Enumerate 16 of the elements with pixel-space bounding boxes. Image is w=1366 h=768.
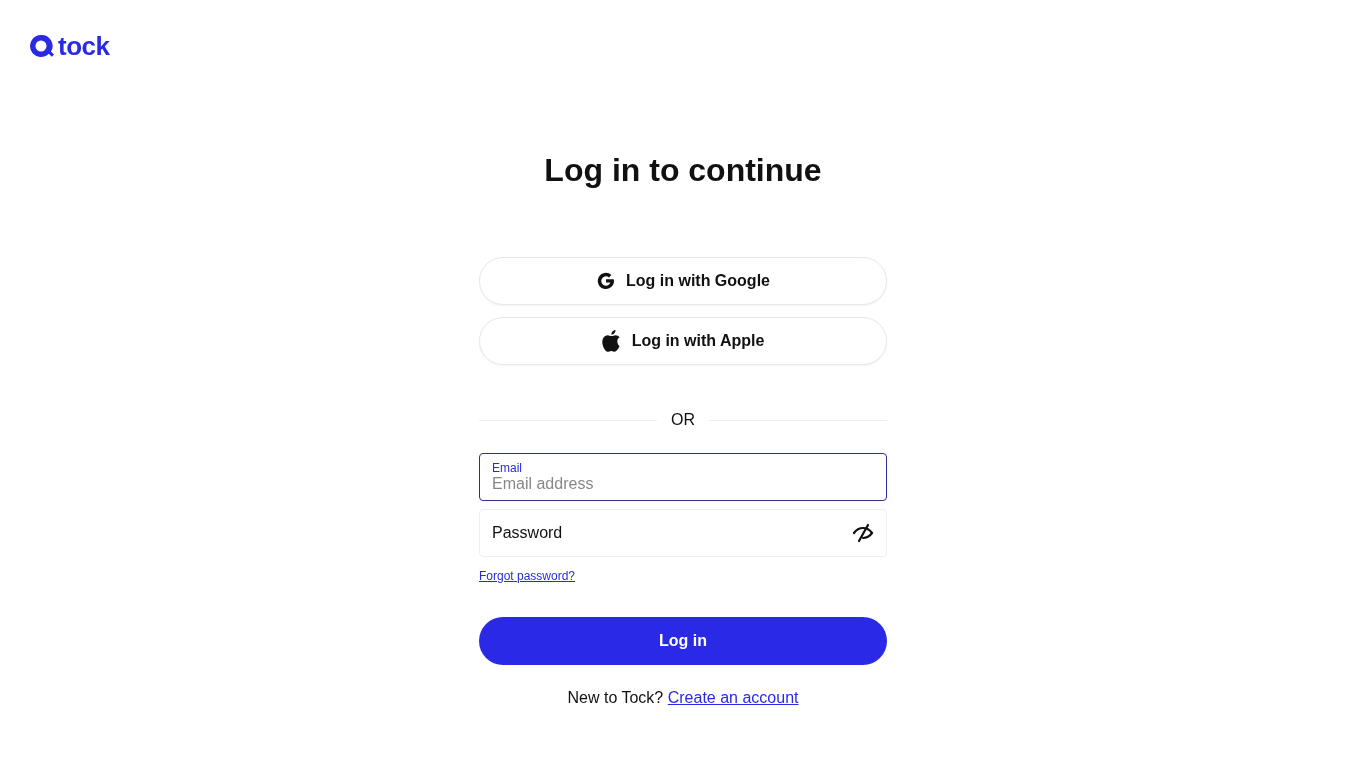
login-button[interactable]: Log in — [479, 617, 887, 665]
email-field[interactable]: Email Email address — [479, 453, 887, 501]
page-title: Log in to continue — [543, 152, 823, 189]
password-field[interactable]: Password — [479, 509, 887, 557]
forgot-password-link[interactable]: Forgot password? — [479, 569, 576, 583]
create-account-link[interactable]: Create an account — [667, 689, 799, 706]
logo-icon — [28, 33, 54, 59]
apple-icon — [601, 329, 622, 353]
signup-prompt: New to Tock? Create an account — [566, 689, 800, 707]
google-login-button[interactable]: Log in with Google — [479, 257, 887, 305]
hidden-eye-icon[interactable] — [852, 523, 874, 543]
logo-text[interactable]: tock — [58, 30, 110, 62]
google-icon — [596, 271, 616, 291]
apple-login-button[interactable]: Log in with Apple — [479, 317, 887, 365]
divider-label: OR — [671, 411, 695, 429]
field-label: Email — [492, 461, 523, 475]
